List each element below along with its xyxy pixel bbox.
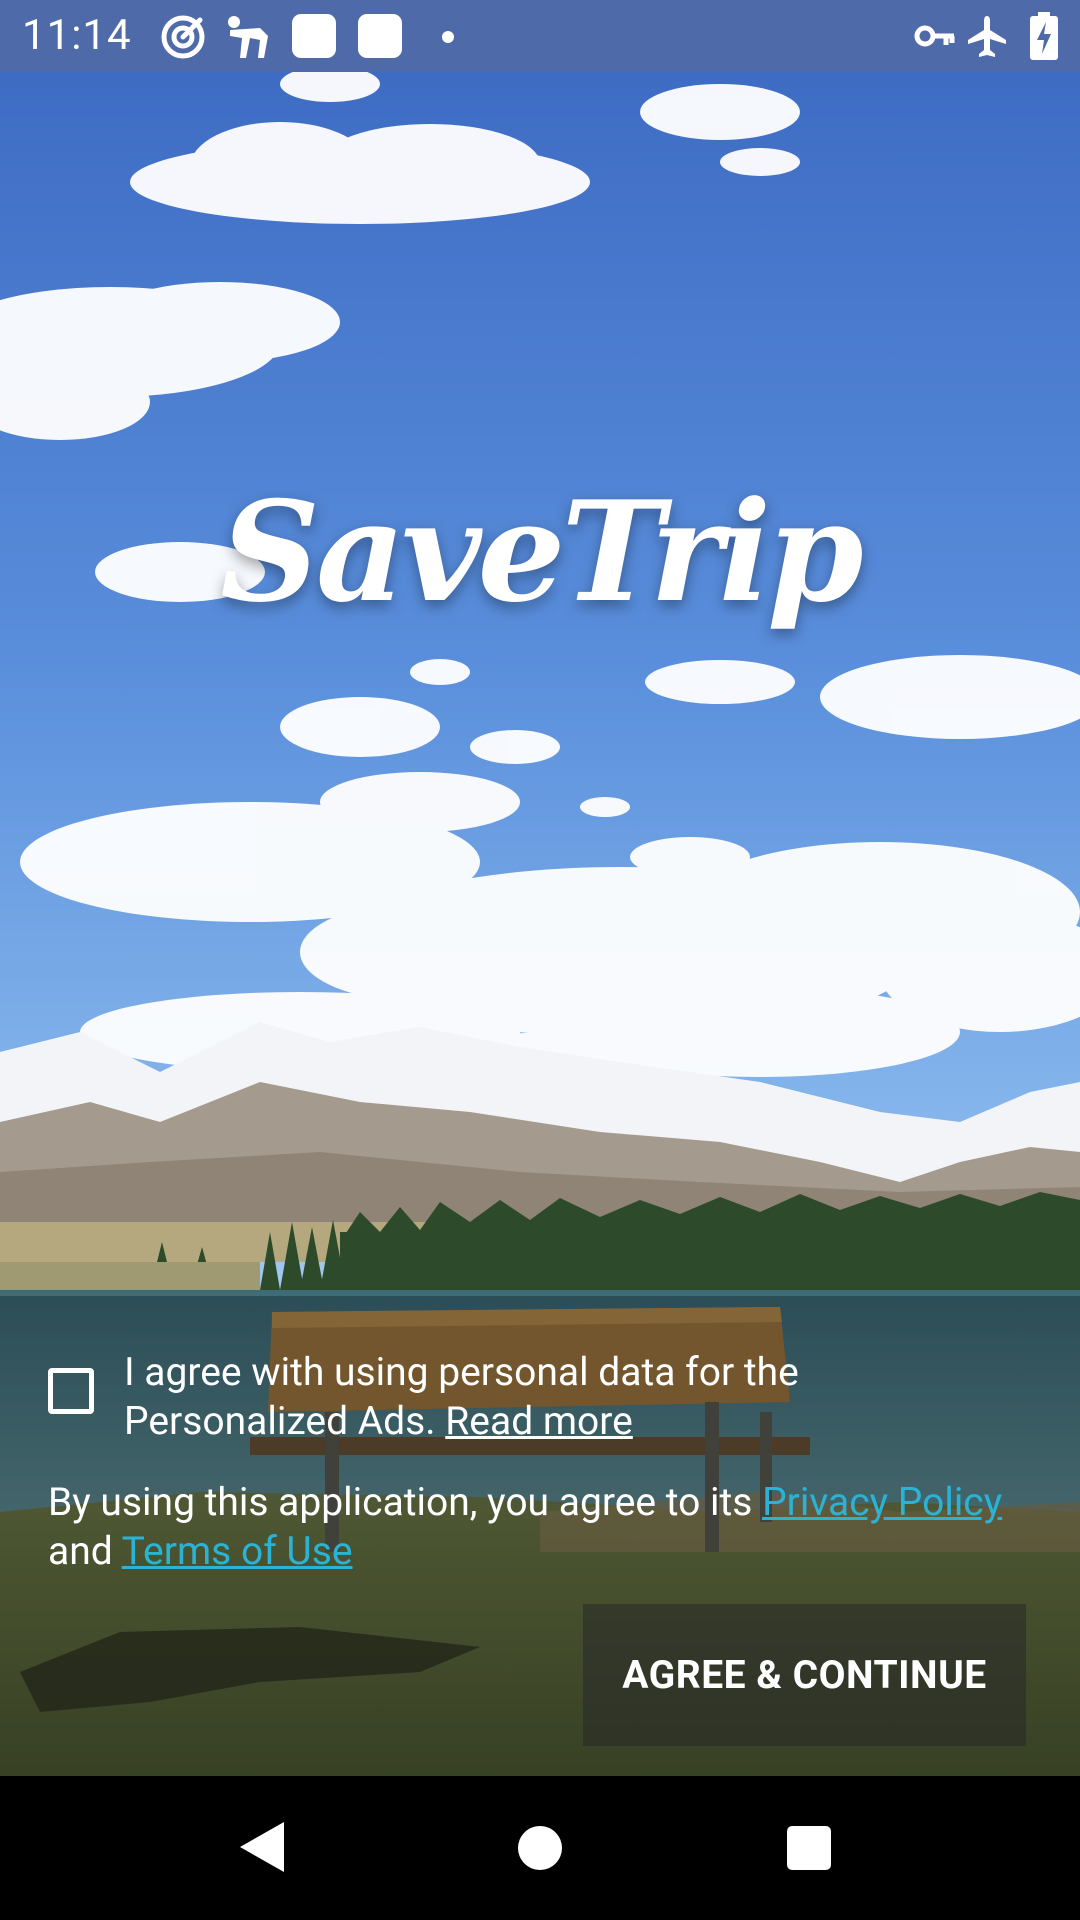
- app-square-icon: [292, 14, 336, 58]
- back-icon[interactable]: [240, 1822, 284, 1872]
- status-time: 11:14: [22, 11, 132, 60]
- consent-panel: I agree with using personal data for the…: [0, 1296, 1080, 1776]
- terms-prefix: By using this application, you agree to …: [48, 1479, 763, 1525]
- agree-continue-button[interactable]: AGREE & CONTINUE: [583, 1604, 1026, 1746]
- recents-icon[interactable]: [787, 1826, 831, 1870]
- status-bar: 11:14: [0, 0, 1080, 72]
- notification-dot-icon: [442, 31, 454, 43]
- vpn-key-icon: [914, 18, 956, 58]
- runner-app-icon: [224, 14, 274, 64]
- consent-label: I agree with using personal data for the…: [124, 1348, 1024, 1446]
- personalized-ads-checkbox[interactable]: [48, 1368, 94, 1414]
- target-app-icon: [160, 14, 206, 64]
- consent-screen: 11:14 SaveTrip I agree with using person…: [0, 0, 1080, 1920]
- app-square-icon: [358, 14, 402, 58]
- home-icon[interactable]: [518, 1826, 562, 1870]
- terms-conjunction: and: [48, 1528, 122, 1574]
- read-more-link[interactable]: Read more: [445, 1398, 633, 1444]
- airplane-mode-icon: [966, 14, 1008, 62]
- battery-charging-icon: [1030, 12, 1058, 64]
- navigation-bar: [0, 1776, 1080, 1920]
- app-logo: SaveTrip: [220, 470, 863, 633]
- terms-notice: By using this application, you agree to …: [48, 1478, 1038, 1576]
- privacy-policy-link[interactable]: Privacy Policy: [762, 1479, 1002, 1525]
- terms-of-use-link[interactable]: Terms of Use: [122, 1528, 353, 1574]
